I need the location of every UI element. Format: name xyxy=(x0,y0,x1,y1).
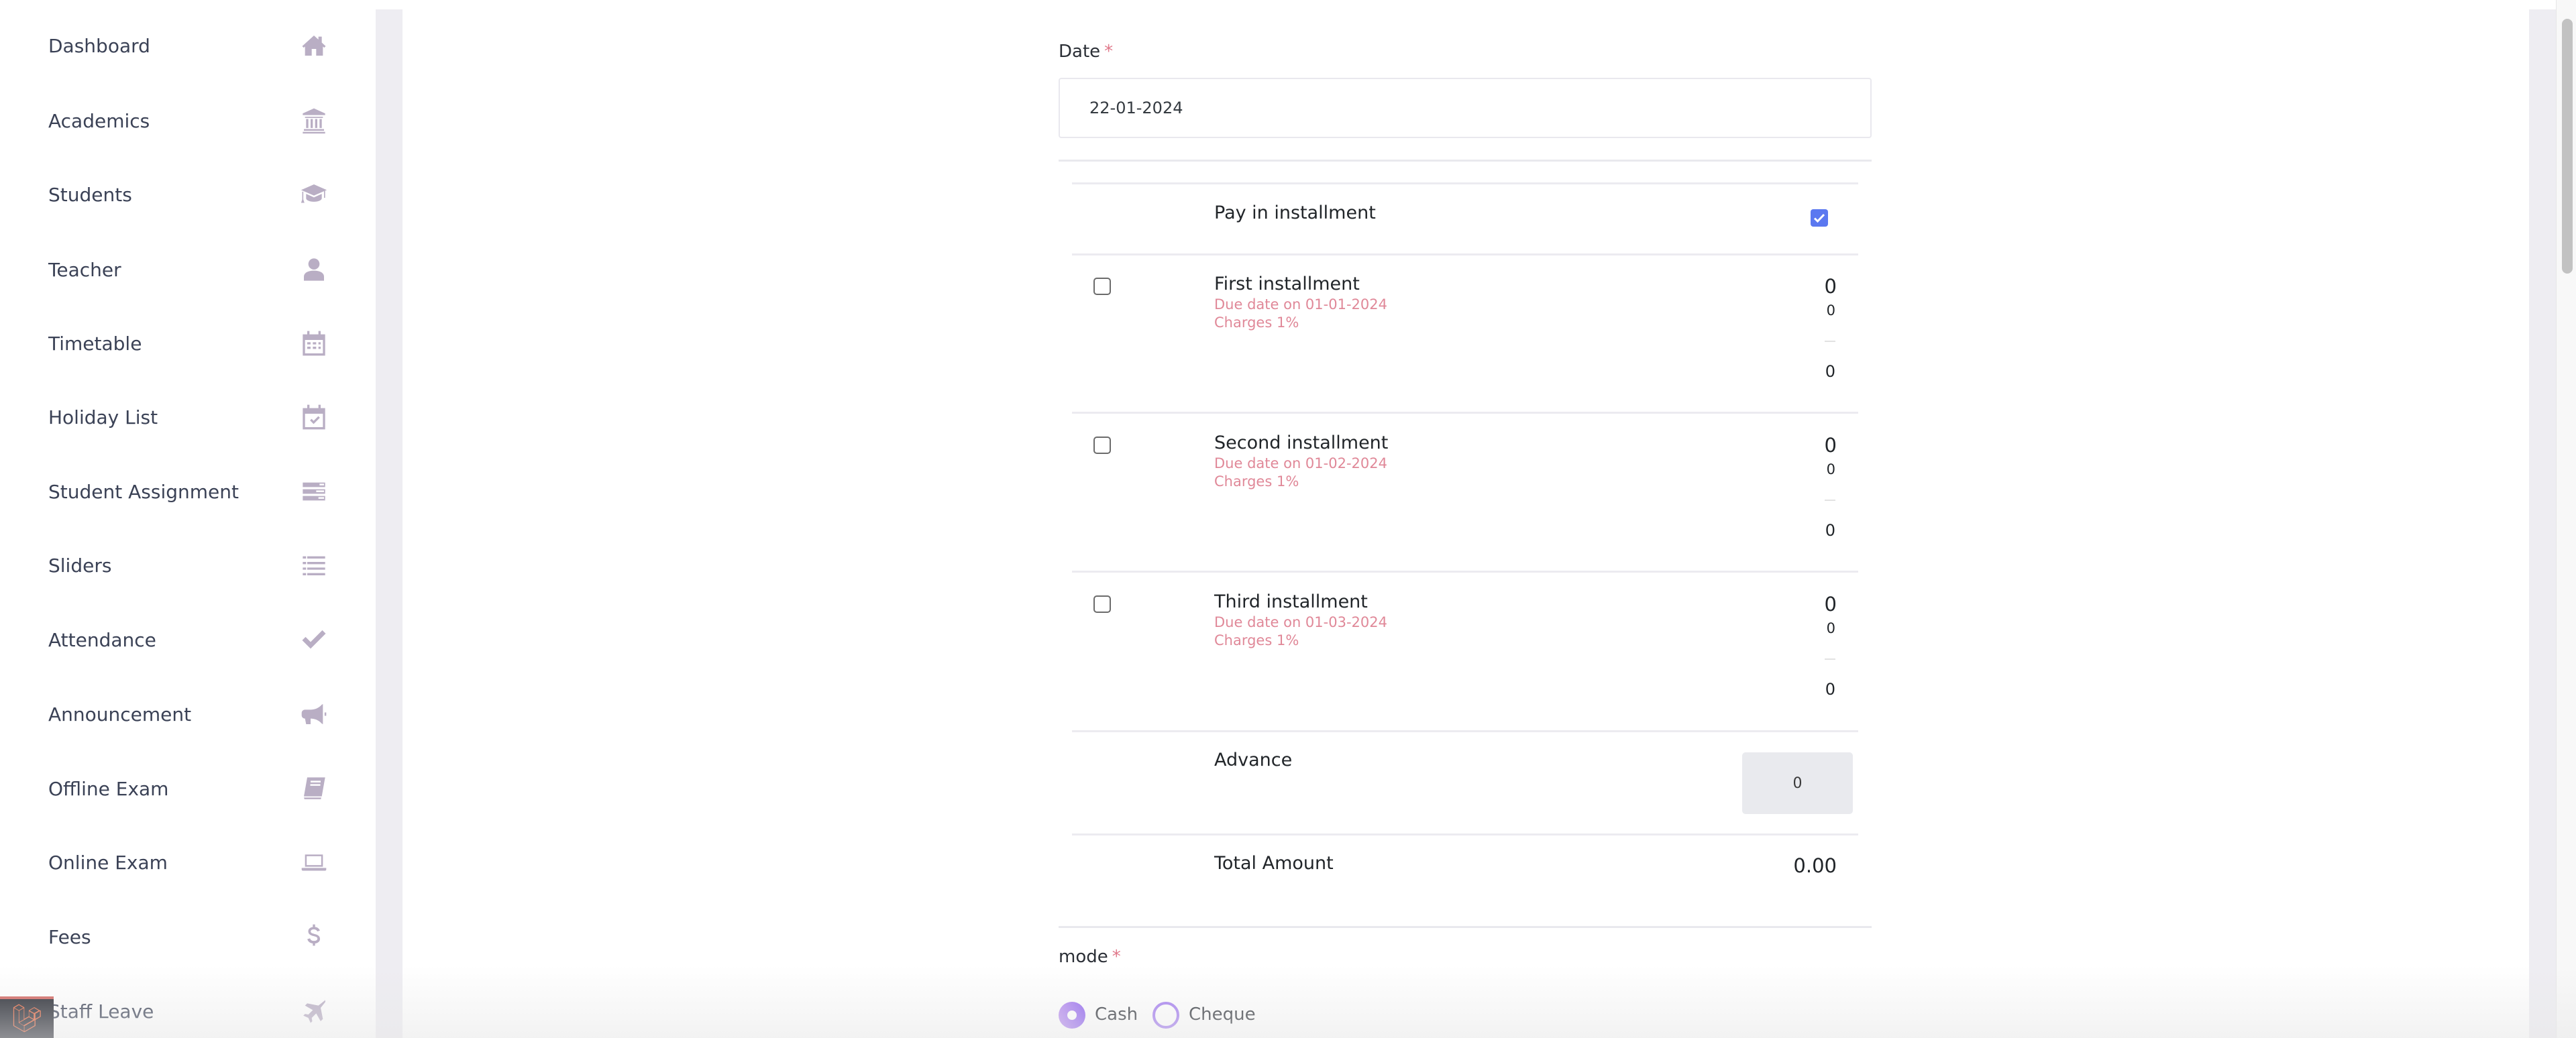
sidebar-item-dashboard[interactable]: Dashboard xyxy=(0,12,376,79)
content-gutter-right xyxy=(2529,9,2556,1038)
advance-input[interactable] xyxy=(1742,752,1853,814)
sum-line xyxy=(1825,500,1835,501)
row-divider xyxy=(1072,182,1858,184)
mode-radio-cheque[interactable] xyxy=(1152,1002,1179,1029)
installment-amount: 0 xyxy=(1825,275,1837,298)
calendar-check-icon xyxy=(295,402,333,432)
sidebar-item-label: Fees xyxy=(48,926,91,948)
list-icon xyxy=(295,551,333,580)
page-scrollbar[interactable] xyxy=(2556,0,2576,1038)
installment-due-date: Due date on 01-03-2024 xyxy=(1214,614,1387,630)
installment-charge-amount: 0 xyxy=(1827,461,1835,477)
user-icon xyxy=(295,255,333,284)
pay-in-installment-checkbox[interactable] xyxy=(1811,209,1828,227)
sidebar: Dashboard Academics Students Teacher Tim… xyxy=(0,0,376,1038)
checkmark-icon xyxy=(1813,211,1826,225)
installment-charge-amount: 0 xyxy=(1827,302,1835,319)
sidebar-item-label: Announcement xyxy=(48,703,191,726)
graduation-cap-icon xyxy=(295,180,333,209)
laravel-logo-icon xyxy=(12,1004,42,1033)
home-icon xyxy=(295,31,333,60)
installment-charge-amount: 0 xyxy=(1827,620,1835,636)
installment-total: 0 xyxy=(1825,680,1835,699)
bank-icon xyxy=(295,106,333,135)
laptop-icon xyxy=(295,848,333,877)
calendar-icon xyxy=(295,329,333,358)
sidebar-item-label: Sliders xyxy=(48,555,111,577)
dollar-icon xyxy=(295,922,333,952)
sidebar-item-timetable[interactable]: Timetable xyxy=(0,310,376,377)
installment-amount: 0 xyxy=(1825,434,1837,457)
sidebar-item-label: Teacher xyxy=(48,259,121,281)
content-gutter-left xyxy=(376,9,402,1038)
total-amount-value: 0.00 xyxy=(1793,854,1837,877)
sidebar-item-label: Staff Leave xyxy=(48,1000,154,1023)
bullhorn-icon xyxy=(295,699,333,729)
plane-icon xyxy=(295,996,333,1026)
installment-title: Second installment xyxy=(1214,432,1388,453)
pay-in-installment-label: Pay in installment xyxy=(1214,203,1376,223)
installment-total: 0 xyxy=(1825,521,1835,540)
installment-due-date: Due date on 01-02-2024 xyxy=(1214,455,1387,471)
second-installment-checkbox[interactable] xyxy=(1093,437,1111,454)
third-installment-checkbox[interactable] xyxy=(1093,595,1111,613)
check-icon xyxy=(295,625,333,654)
sidebar-item-students[interactable]: Students xyxy=(0,161,376,228)
sum-line xyxy=(1825,658,1835,660)
sidebar-item-student-assignment[interactable]: Student Assignment xyxy=(0,458,376,525)
required-mark: * xyxy=(1112,947,1121,967)
row-divider xyxy=(1072,253,1858,255)
scrollbar-thumb[interactable] xyxy=(2562,19,2573,274)
sidebar-item-attendance[interactable]: Attendance xyxy=(0,606,376,673)
installment-charges: Charges 1% xyxy=(1214,314,1299,331)
advance-label: Advance xyxy=(1214,750,1292,770)
sidebar-item-label: Attendance xyxy=(48,629,156,651)
total-amount-label: Total Amount xyxy=(1214,853,1334,874)
row-divider xyxy=(1072,412,1858,414)
sidebar-item-label: Students xyxy=(48,184,132,206)
laravel-debugbar-badge[interactable] xyxy=(0,996,54,1038)
sidebar-item-label: Holiday List xyxy=(48,406,158,428)
installment-title: First installment xyxy=(1214,274,1360,294)
section-divider xyxy=(1059,926,1872,928)
sidebar-item-label: Student Assignment xyxy=(48,481,239,503)
sidebar-item-label: Academics xyxy=(48,110,150,132)
installment-amount: 0 xyxy=(1825,593,1837,616)
sidebar-item-fees[interactable]: Fees xyxy=(0,903,376,970)
sidebar-item-teacher[interactable]: Teacher xyxy=(0,236,376,303)
first-installment-checkbox[interactable] xyxy=(1093,278,1111,295)
mode-option-cash-label[interactable]: Cash xyxy=(1095,1004,1138,1025)
installment-table: Pay in installment First installment Due… xyxy=(1072,0,1858,932)
sidebar-item-label: Timetable xyxy=(48,333,142,355)
installment-total: 0 xyxy=(1825,362,1835,381)
fee-payment-form: Date* Pay in installment First installme… xyxy=(1059,0,1872,1038)
tasks-icon xyxy=(295,477,333,506)
book-icon xyxy=(295,774,333,803)
row-divider xyxy=(1072,833,1858,835)
mode-label-text: mode xyxy=(1059,947,1108,967)
sidebar-item-academics[interactable]: Academics xyxy=(0,87,376,154)
sum-line xyxy=(1825,341,1835,342)
installment-charges: Charges 1% xyxy=(1214,632,1299,648)
mode-radio-cash[interactable] xyxy=(1059,1002,1085,1029)
main-content: Date* Pay in installment First installme… xyxy=(402,0,2529,1038)
sidebar-item-label: Online Exam xyxy=(48,852,168,874)
sidebar-item-online-exam[interactable]: Online Exam xyxy=(0,829,376,896)
sidebar-item-label: Offline Exam xyxy=(48,778,168,800)
sidebar-item-staff-leave[interactable]: Staff Leave xyxy=(0,978,376,1038)
row-divider xyxy=(1072,571,1858,573)
sidebar-item-offline-exam[interactable]: Offline Exam xyxy=(0,755,376,822)
installment-due-date: Due date on 01-01-2024 xyxy=(1214,296,1387,312)
installment-title: Third installment xyxy=(1214,591,1368,612)
sidebar-item-announcement[interactable]: Announcement xyxy=(0,681,376,748)
sidebar-item-sliders[interactable]: Sliders xyxy=(0,532,376,599)
mode-label: mode* xyxy=(1059,947,1121,967)
installment-charges: Charges 1% xyxy=(1214,473,1299,489)
sidebar-item-label: Dashboard xyxy=(48,35,150,57)
mode-option-cheque-label[interactable]: Cheque xyxy=(1189,1004,1256,1025)
sidebar-item-holiday-list[interactable]: Holiday List xyxy=(0,384,376,451)
row-divider xyxy=(1072,730,1858,732)
